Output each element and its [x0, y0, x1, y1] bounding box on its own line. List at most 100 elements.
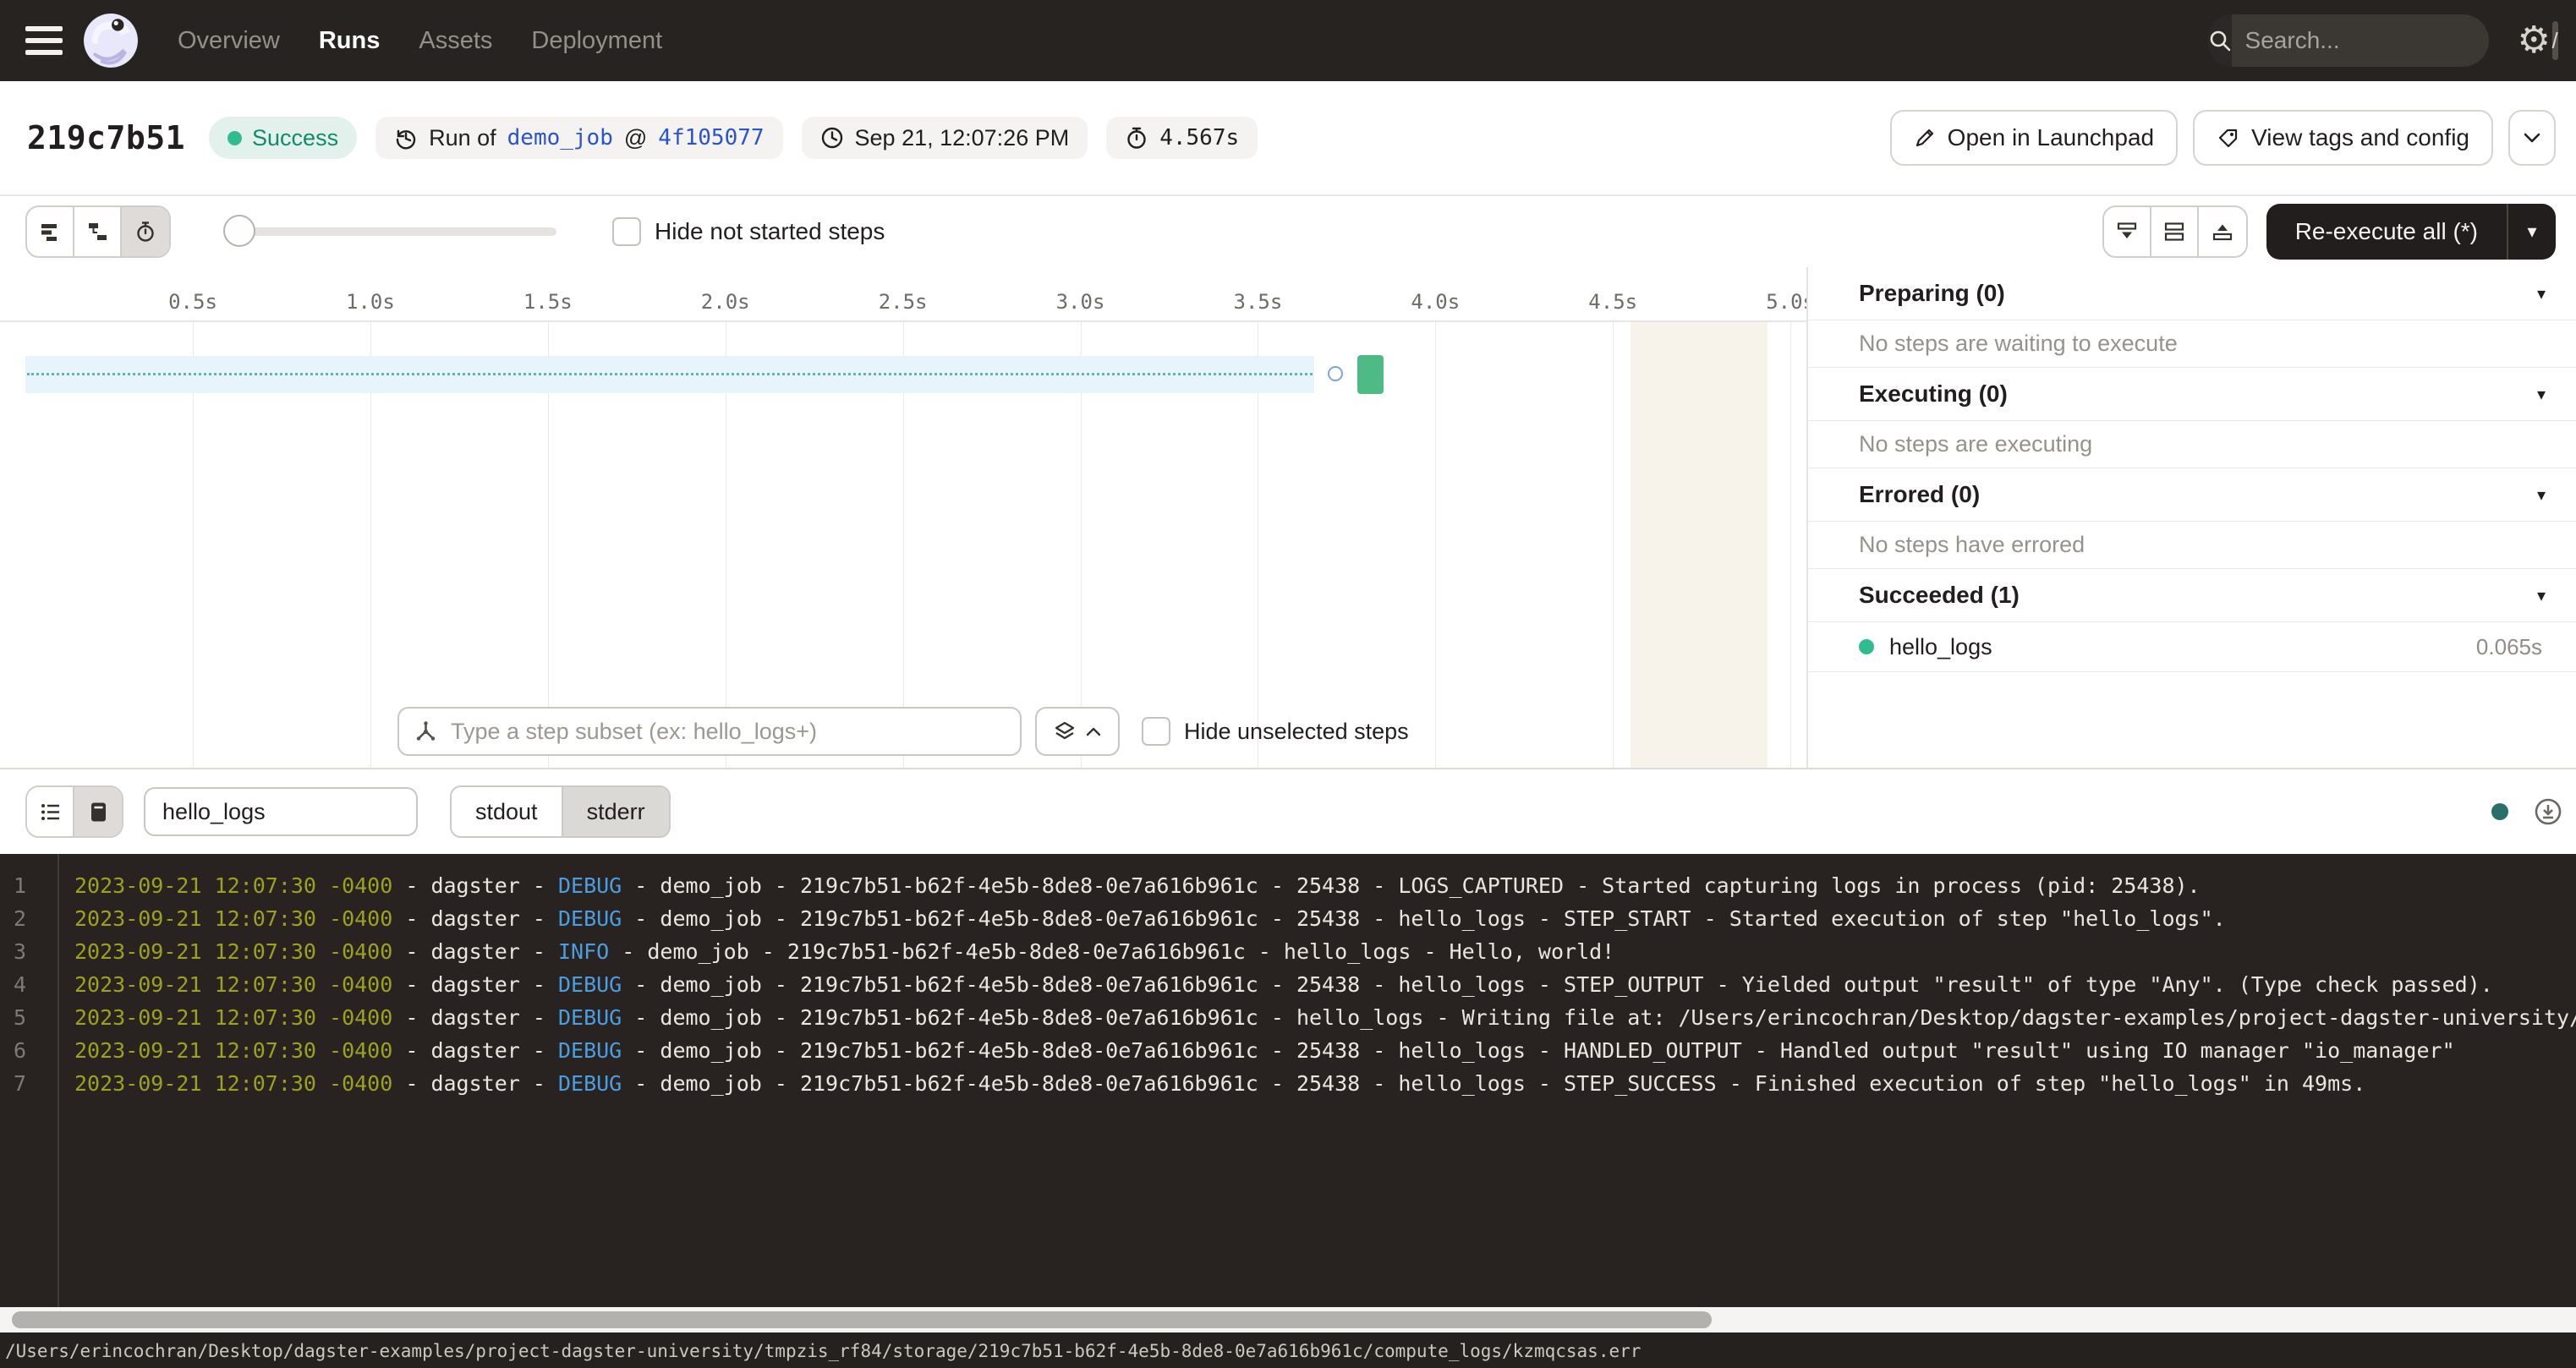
log-line: 12023-09-21 12:07:30 -0400 - dagster - D… [0, 869, 2576, 902]
reexecute-all-button[interactable]: Re-execute all (*) [2266, 204, 2507, 260]
axis-tick-label: 4.5s [1588, 290, 1637, 314]
log-line: 22023-09-21 12:07:30 -0400 - dagster - D… [0, 902, 2576, 935]
raw-logs-button[interactable] [74, 787, 122, 836]
gear-icon[interactable]: ⚙ [2518, 22, 2551, 59]
hide-unselected-checkbox[interactable] [1142, 717, 1170, 746]
log-line-text: 2023-09-21 12:07:30 -0400 - dagster - DE… [58, 972, 2493, 997]
panel-section-title: Errored (0) [1859, 481, 1980, 508]
waterfall-icon [86, 221, 108, 243]
log-capture-status-dot [2491, 803, 2508, 820]
reexecute-dropdown-button[interactable]: ▾ [2507, 204, 2556, 260]
tab-stdout[interactable]: stdout [452, 787, 563, 836]
history-icon [394, 126, 418, 150]
graph-query-toggle-button[interactable] [1035, 707, 1120, 756]
search-box[interactable]: / [2208, 14, 2489, 67]
step-subset-inputbox [397, 707, 1022, 756]
log-line-number: 7 [0, 1071, 58, 1096]
search-input[interactable] [2244, 26, 2552, 55]
split-view-button[interactable] [2151, 207, 2199, 256]
run-actions-dropdown-button[interactable] [2508, 110, 2556, 166]
app-root: Overview Runs Assets Deployment / ⚙ 219c7b5… [0, 0, 2576, 1368]
axis-tick-label: 2.5s [879, 290, 928, 314]
clock-icon [820, 126, 844, 150]
step-waiting-dotted-line [27, 373, 1313, 375]
panel-section-header[interactable]: Errored (0)▾ [1808, 468, 2576, 522]
caret-down-icon: ▾ [2537, 384, 2546, 405]
panel-section-header[interactable]: Preparing (0)▾ [1808, 267, 2576, 320]
gridline [1613, 322, 1614, 768]
nav-item-deployment[interactable]: Deployment [531, 27, 662, 55]
structured-list-icon [39, 801, 62, 824]
pencil-icon [1914, 127, 1936, 149]
gantt-chart: 0.5s1.0s1.5s2.0s2.5s3.0s3.5s4.0s4.5s5.0s [0, 267, 1806, 768]
status-bar: /Users/erincochran/Desktop/dagster-examp… [0, 1332, 2576, 1368]
step-subset-input[interactable] [449, 718, 1005, 746]
job-link[interactable]: demo_job [507, 125, 613, 150]
run-timestamp: Sep 21, 12:07:26 PM [855, 125, 1070, 151]
panel-empty-text: No steps have errored [1808, 522, 2576, 569]
log-line-text: 2023-09-21 12:07:30 -0400 - dagster - DE… [58, 1005, 2576, 1030]
step-row[interactable]: hello_logs 0.065s [1808, 622, 2576, 672]
axis-tick-label: 2.0s [701, 290, 750, 314]
dock-top-button[interactable] [2199, 207, 2246, 256]
hide-unselected-checkbox-row[interactable]: Hide unselected steps [1142, 717, 1409, 746]
step-subset-row: Hide unselected steps [397, 707, 1409, 756]
caret-down-icon: ▾ [2527, 221, 2536, 243]
zoom-slider[interactable] [227, 227, 556, 236]
timing-view-button[interactable] [122, 207, 169, 256]
log-line-text: 2023-09-21 12:07:30 -0400 - dagster - DE… [58, 1071, 2365, 1096]
step-name: hello_logs [1889, 634, 1992, 660]
step-duration: 0.065s [2476, 634, 2542, 660]
view-tags-label: View tags and config [2251, 124, 2469, 151]
horizontal-scrollbar[interactable] [0, 1307, 2576, 1332]
raw-console-icon [87, 801, 110, 824]
hide-not-started-checkbox-row[interactable]: Hide not started steps [612, 217, 885, 246]
dock-top-icon [2212, 221, 2233, 243]
nav-item-overview[interactable]: Overview [178, 27, 280, 55]
scrollbar-thumb[interactable] [12, 1311, 1712, 1328]
waterfall-view-button[interactable] [74, 207, 122, 256]
commit-link[interactable]: 4f105077 [658, 125, 764, 150]
log-line-text: 2023-09-21 12:07:30 -0400 - dagster - DE… [58, 1038, 2455, 1063]
run-header: 219c7b51 Success Run of demo_job @ 4f105… [0, 81, 2576, 196]
log-line-number: 5 [0, 1005, 58, 1030]
open-in-launchpad-button[interactable]: Open in Launchpad [1890, 110, 2178, 166]
log-line-text: 2023-09-21 12:07:30 -0400 - dagster - DE… [58, 873, 2201, 898]
step-bar-hello-logs[interactable] [1357, 355, 1384, 394]
tab-stderr[interactable]: stderr [563, 787, 669, 836]
log-filter-input[interactable] [144, 787, 418, 836]
log-console[interactable]: 12023-09-21 12:07:30 -0400 - dagster - D… [0, 854, 2576, 1307]
axis-tick-label: 1.5s [523, 290, 573, 314]
log-line: 52023-09-21 12:07:30 -0400 - dagster - D… [0, 1001, 2576, 1034]
zoom-slider-knob[interactable] [223, 215, 255, 247]
nav-item-assets[interactable]: Assets [419, 27, 492, 55]
gutter-divider [58, 854, 59, 1307]
structured-logs-button[interactable] [27, 787, 74, 836]
axis-tick-label: 3.0s [1056, 290, 1105, 314]
axis-tick-label: 1.0s [346, 290, 395, 314]
status-label: Success [252, 125, 338, 151]
log-console-lines: 12023-09-21 12:07:30 -0400 - dagster - D… [0, 869, 2576, 1100]
hamburger-menu-icon[interactable] [25, 26, 63, 55]
dock-bottom-button[interactable] [2104, 207, 2151, 256]
download-logs-button[interactable] [2534, 797, 2562, 826]
caret-down-icon: ▾ [2537, 283, 2546, 304]
flat-view-button[interactable] [27, 207, 74, 256]
hide-unselected-label: Hide unselected steps [1184, 719, 1409, 745]
dagster-logo-icon[interactable] [83, 13, 139, 68]
gantt-grid: Hide unselected steps [0, 322, 1806, 768]
log-file-path: /Users/erincochran/Desktop/dagster-examp… [0, 1341, 1641, 1361]
hide-not-started-checkbox[interactable] [612, 217, 641, 246]
log-view-mode-group [25, 785, 123, 838]
panel-section-header[interactable]: Succeeded (1)▾ [1808, 569, 2576, 622]
step-status-panel: Preparing (0)▾No steps are waiting to ex… [1806, 267, 2576, 768]
dock-bottom-icon [2116, 221, 2138, 243]
view-tags-config-button[interactable]: View tags and config [2193, 110, 2493, 166]
nav-item-runs[interactable]: Runs [319, 27, 381, 55]
log-line: 32023-09-21 12:07:30 -0400 - dagster - I… [0, 935, 2576, 968]
status-badge: Success [209, 117, 357, 159]
panel-section-header[interactable]: Executing (0) ▾ [1808, 368, 2576, 421]
panel-empty-text: No steps are waiting to execute [1808, 320, 2576, 368]
at-sign: @ [624, 125, 647, 151]
panel-section-title: Executing (0) [1859, 380, 2008, 408]
